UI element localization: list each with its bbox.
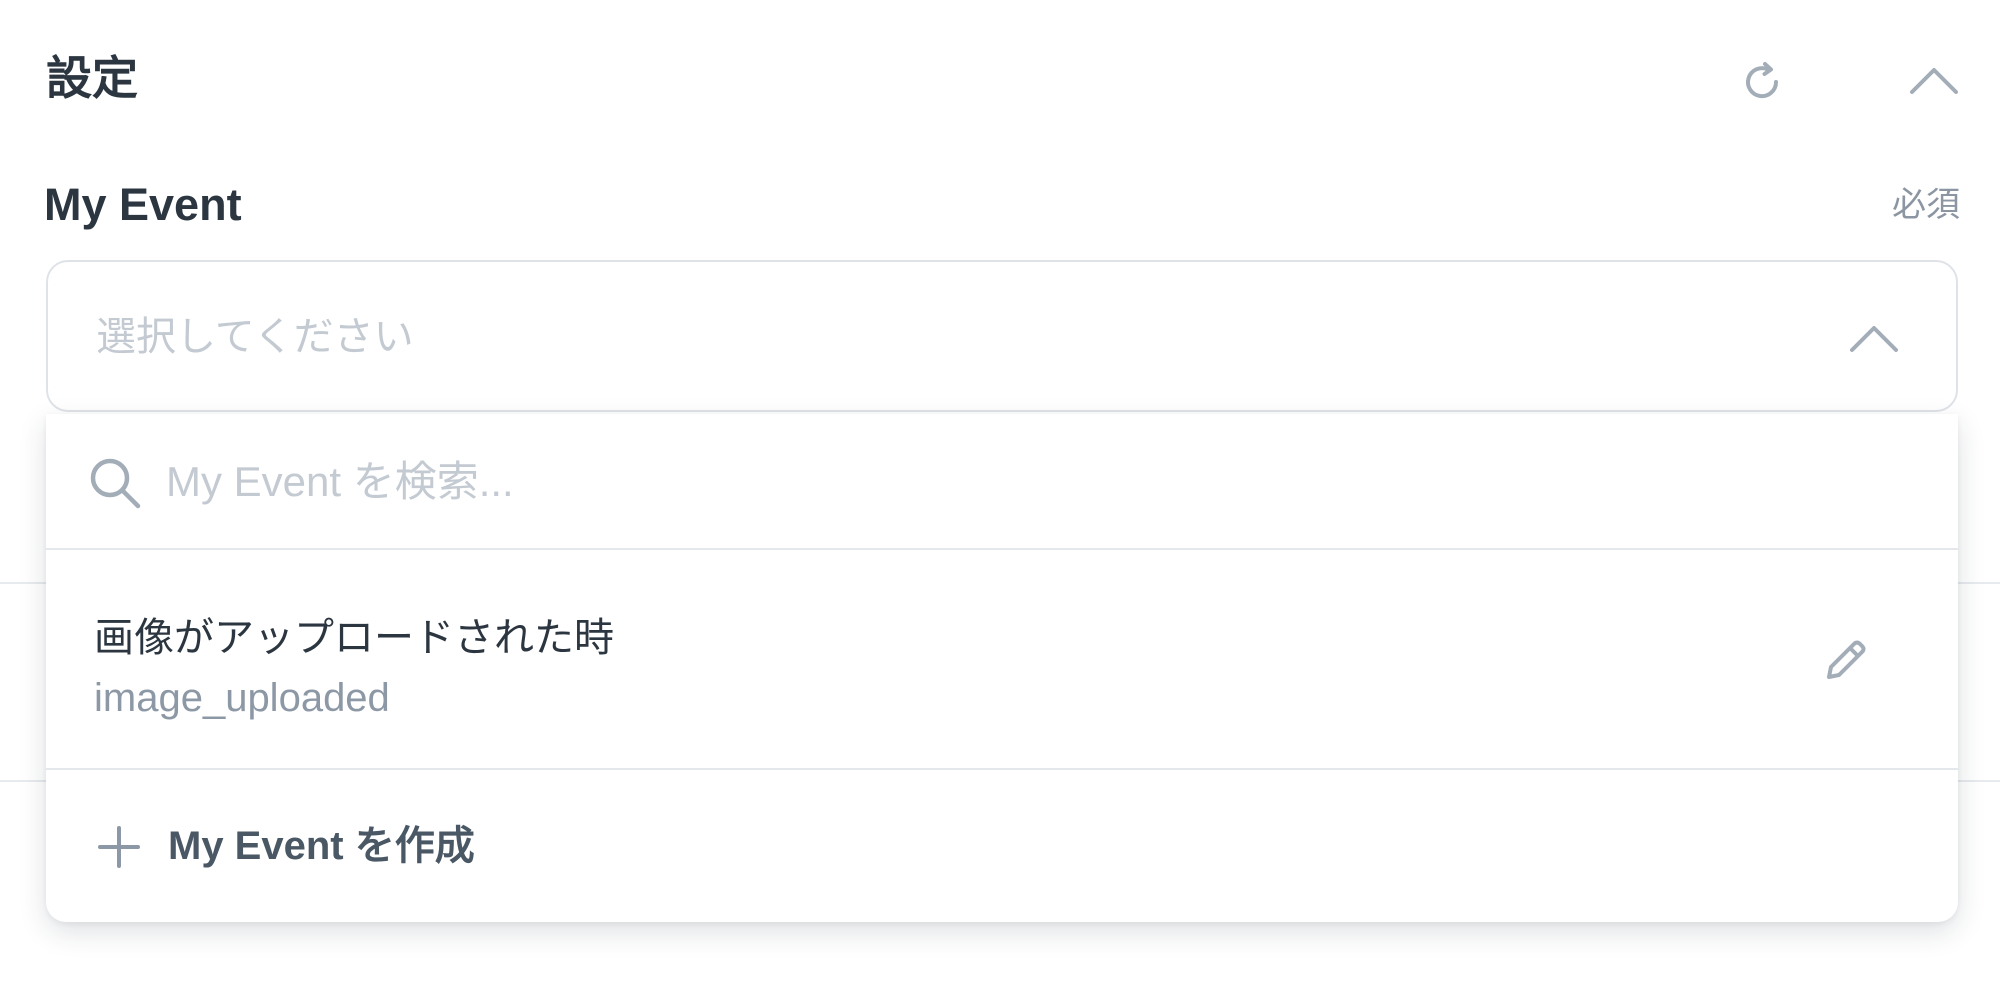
event-select[interactable]: 選択してください	[46, 260, 1958, 412]
chevron-up-icon	[1910, 68, 1958, 94]
required-badge: 必須	[1892, 186, 1960, 224]
pencil-icon	[1827, 640, 1866, 679]
search-icon	[90, 458, 141, 509]
field-label: My Event	[44, 179, 242, 230]
plus-icon	[98, 826, 140, 868]
dropdown-search	[46, 414, 1958, 550]
option-title: 画像がアップロードされた時	[94, 616, 614, 660]
search-input[interactable]	[166, 450, 1866, 514]
settings-header: 設定	[0, 0, 2000, 150]
chevron-up-icon	[1850, 326, 1898, 352]
option-key: image_uploaded	[94, 676, 390, 720]
list-item[interactable]: 画像がアップロードされた時 image_uploaded	[46, 550, 1958, 770]
refresh-icon	[1746, 62, 1779, 99]
create-event-button[interactable]: My Event を作成	[46, 772, 1958, 922]
create-event-label: My Event を作成	[168, 824, 475, 868]
select-toggle[interactable]	[1844, 308, 1904, 368]
edit-option-button[interactable]	[1814, 628, 1878, 692]
select-placeholder: 選択してください	[96, 315, 414, 359]
page-title: 設定	[46, 52, 138, 104]
refresh-button[interactable]	[1730, 50, 1794, 114]
collapse-section-button[interactable]	[1902, 50, 1966, 114]
event-dropdown-menu: 画像がアップロードされた時 image_uploaded My Event を作…	[46, 414, 1958, 922]
